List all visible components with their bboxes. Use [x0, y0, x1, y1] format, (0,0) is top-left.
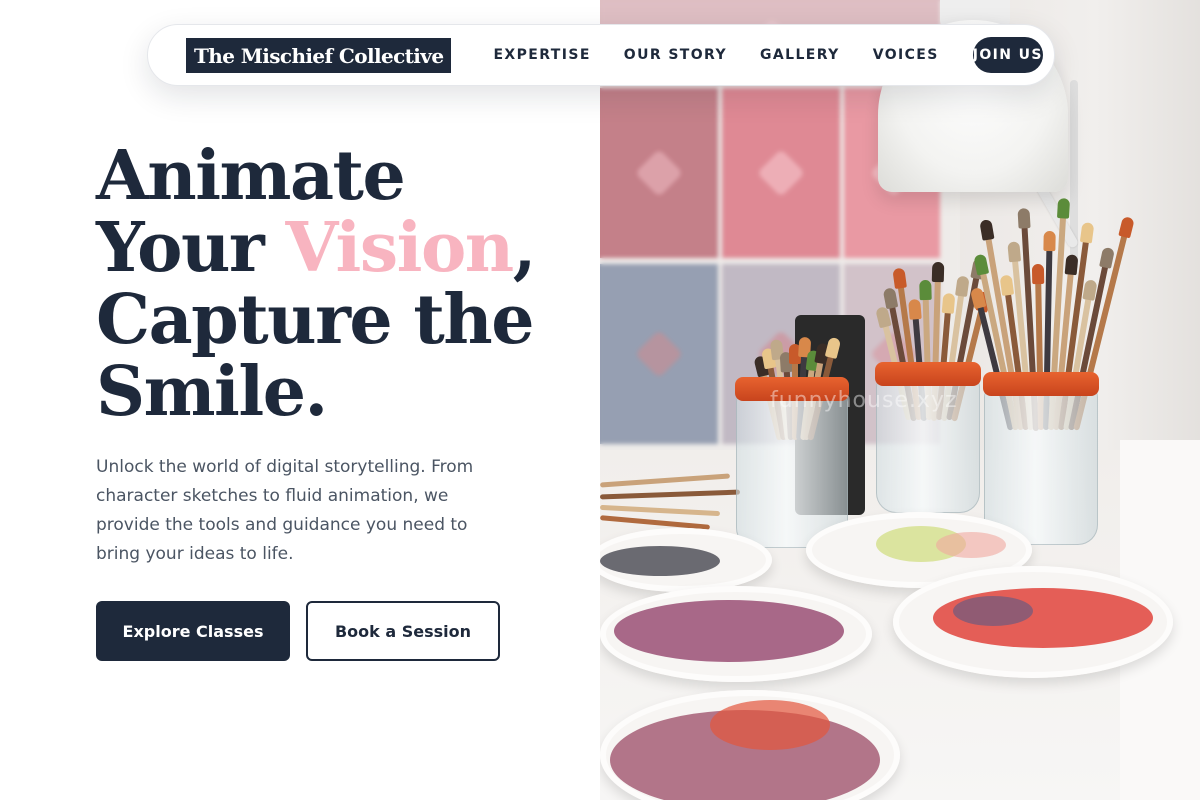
brush-jar: [735, 377, 849, 548]
brush-bristles: [999, 274, 1014, 297]
brush-bristles: [1042, 230, 1056, 252]
paint-smear: [936, 532, 1006, 558]
brush-bristles: [941, 292, 955, 314]
nav-link-voices[interactable]: VOICES: [873, 47, 939, 63]
join-us-button[interactable]: JOIN US: [972, 37, 1043, 73]
nav-link-gallery[interactable]: GALLERY: [760, 47, 840, 63]
brush-bristles: [1079, 222, 1094, 244]
brush-bristles: [1016, 207, 1031, 229]
paint-smear: [953, 596, 1033, 626]
headline-line-3: Capture the: [96, 280, 534, 360]
brush-bristles: [954, 275, 970, 297]
paint-smear: [710, 700, 830, 750]
jar-lid: [875, 362, 981, 386]
paint-palette: [600, 586, 872, 682]
hero-headline: Animate Your Vision, Capture the Smile.: [96, 140, 576, 428]
paint-palette: [893, 566, 1173, 678]
brush-bristles: [918, 279, 932, 301]
site-logo[interactable]: The Mischief Collective: [186, 37, 452, 73]
nav-links: EXPERTISE OUR STORY GALLERY VOICES: [493, 47, 938, 63]
headline-line-2-start: Your: [96, 208, 286, 288]
explore-classes-button[interactable]: Explore Classes: [96, 601, 290, 661]
brush-bristles: [1064, 254, 1078, 276]
jar-lid: [983, 372, 1099, 396]
brush-bristles: [931, 261, 944, 282]
brush-bristles: [891, 267, 907, 290]
brush-bristles: [907, 298, 922, 320]
headline-accent-word: Vision: [285, 208, 514, 288]
watermark: funnyhouse.xyz: [770, 388, 958, 413]
brush-bristles: [1006, 241, 1021, 263]
hero-description: Unlock the world of digital storytelling…: [96, 457, 474, 564]
headline-line-2-end: ,: [512, 208, 537, 288]
brush-jar: [983, 372, 1099, 545]
paint-smear: [600, 546, 720, 576]
headline-line-4: Smile.: [96, 352, 328, 432]
nav-link-our-story[interactable]: OUR STORY: [624, 47, 727, 63]
hero-image: funnyhouse.xyz: [600, 0, 1200, 800]
brush-bristles: [1056, 197, 1070, 219]
nav-link-expertise[interactable]: EXPERTISE: [493, 47, 590, 63]
book-session-button[interactable]: Book a Session: [306, 601, 500, 661]
paint-smear: [614, 600, 844, 662]
brush-bristles: [1031, 264, 1044, 285]
top-navigation: The Mischief Collective EXPERTISE OUR ST…: [147, 24, 1055, 86]
headline-line-1: Animate: [96, 136, 406, 216]
